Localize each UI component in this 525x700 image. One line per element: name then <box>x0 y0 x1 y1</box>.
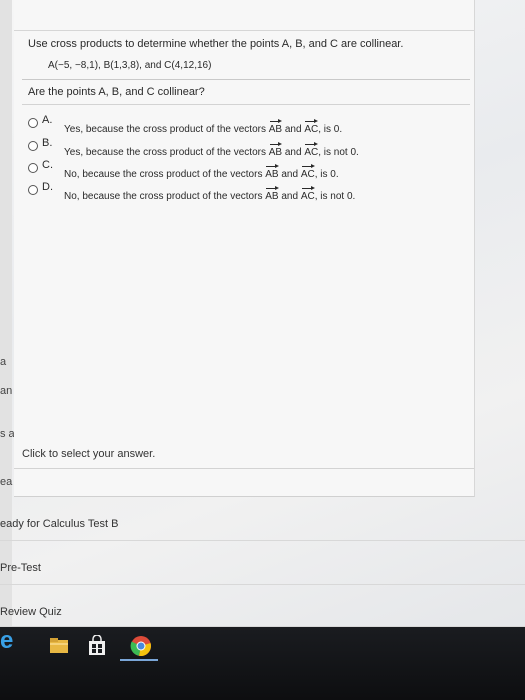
side-fragment: s a <box>0 428 15 440</box>
course-list-item[interactable]: eady for Calculus Test B <box>0 518 118 530</box>
question-panel <box>14 0 475 497</box>
radio-button-a[interactable] <box>28 118 38 128</box>
radio-button-c[interactable] <box>28 163 38 173</box>
choice-text: Yes, because the cross product of the ve… <box>64 119 342 135</box>
active-app-indicator <box>120 659 158 661</box>
vector-ab: AB <box>269 142 283 158</box>
side-fragment: ea <box>0 476 13 488</box>
vector-ac: AC <box>301 164 315 180</box>
vector-ab: AB <box>265 186 279 202</box>
side-fragment: a <box>0 356 7 368</box>
divider <box>22 79 470 80</box>
choice-letter: D. <box>42 181 53 193</box>
question-ask: Are the points A, B, and C collinear? <box>28 86 205 98</box>
divider <box>14 468 474 469</box>
taskbar: e <box>0 627 525 700</box>
internet-explorer-icon[interactable]: e <box>0 629 22 653</box>
choice-letter: B. <box>42 137 53 149</box>
choice-letter: A. <box>42 114 53 126</box>
divider <box>0 540 525 541</box>
choice-text: No, because the cross product of the vec… <box>64 186 355 202</box>
choice-text: Yes, because the cross product of the ve… <box>64 142 359 158</box>
question-points: A(−5, −8,1), B(1,3,8), and C(4,12,16) <box>48 60 212 71</box>
store-icon[interactable] <box>86 634 108 657</box>
question-prompt: Use cross products to determine whether … <box>28 38 404 50</box>
vector-ab: AB <box>269 119 283 135</box>
divider <box>0 584 525 585</box>
vector-ac: AC <box>304 142 318 158</box>
vector-ac: AC <box>304 119 318 135</box>
chrome-icon[interactable] <box>130 635 152 657</box>
top-divider <box>14 30 474 31</box>
choice-text: No, because the cross product of the vec… <box>64 164 339 180</box>
course-list-item[interactable]: Pre-Test <box>0 562 41 574</box>
vector-ac: AC <box>301 186 315 202</box>
radio-button-b[interactable] <box>28 141 38 151</box>
file-explorer-icon[interactable] <box>48 635 70 657</box>
radio-button-d[interactable] <box>28 185 38 195</box>
side-fragment: an <box>0 385 13 397</box>
divider <box>22 104 470 105</box>
choice-letter: C. <box>42 159 53 171</box>
select-answer-hint: Click to select your answer. <box>22 448 156 460</box>
course-list-item[interactable]: Review Quiz <box>0 606 62 618</box>
left-panel-strip <box>0 0 12 640</box>
vector-ab: AB <box>265 164 279 180</box>
